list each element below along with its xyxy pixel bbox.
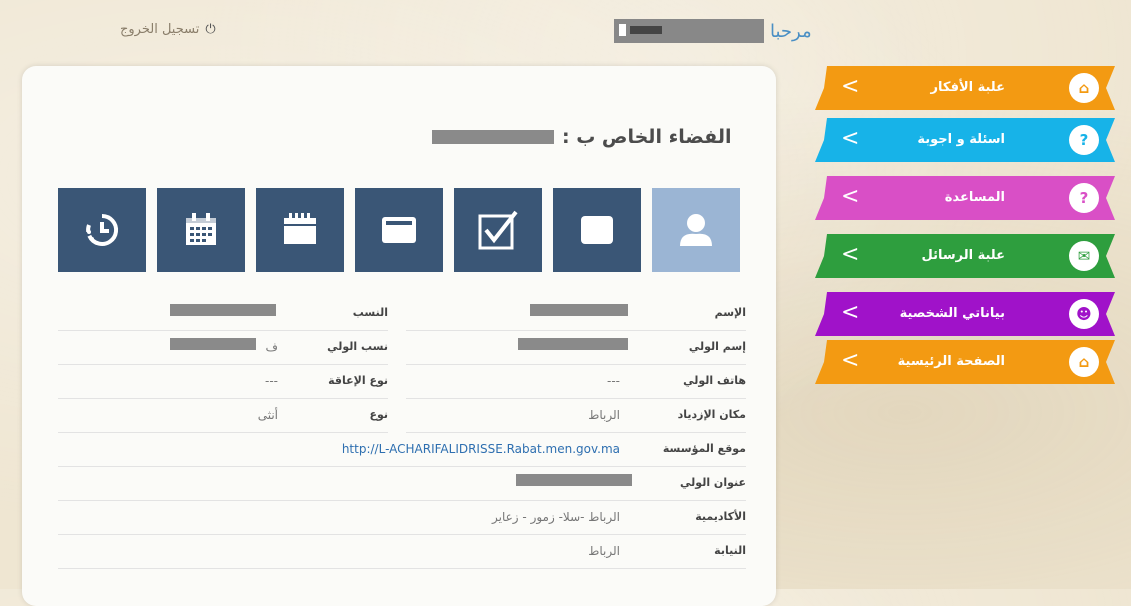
menu-item-messages[interactable]: < علبة الرسائل ✉: [815, 234, 1115, 278]
schedule-icon: [186, 213, 216, 245]
history-tile[interactable]: [58, 188, 146, 272]
info-row: النسب: [58, 296, 388, 331]
home-icon: ⌂: [1069, 73, 1099, 103]
value-redacted: [530, 304, 628, 316]
chevron-left-icon: <: [841, 348, 860, 373]
chevron-left-icon: <: [841, 242, 860, 267]
home-icon: ⌂: [1069, 347, 1099, 377]
logout-link[interactable]: ⏻ تسجيل الخروج: [120, 22, 216, 37]
space-title: الفضاء الخاص ب :: [432, 122, 762, 152]
welcome-area: مرحبا: [614, 16, 812, 46]
info-row: الإسم: [406, 296, 746, 331]
user-name-redacted: [614, 19, 764, 43]
user-icon: ☻: [1069, 299, 1099, 329]
info-row: نوع الإعاقة ---: [58, 364, 388, 399]
value-redacted: [516, 474, 632, 486]
inbox-icon: [581, 216, 613, 244]
logout-label: تسجيل الخروج: [120, 22, 200, 37]
info-row: موقع المؤسسة http://L-ACHARIFALIDRISSE.R…: [58, 432, 746, 467]
schedule-tile[interactable]: [157, 188, 245, 272]
menu-item-home[interactable]: < الصفحة الرئيسية ⌂: [815, 340, 1115, 384]
profile-tile[interactable]: [652, 188, 740, 272]
help-icon: ?: [1069, 183, 1099, 213]
inbox-tile[interactable]: [553, 188, 641, 272]
calendar-tile[interactable]: [256, 188, 344, 272]
history-icon: [86, 213, 119, 246]
chevron-left-icon: <: [841, 184, 860, 209]
user-icon: [680, 214, 712, 246]
space-title-text: الفضاء الخاص ب :: [562, 126, 732, 148]
calendar-icon: [284, 213, 316, 244]
value-redacted: [170, 304, 276, 316]
welcome-label: مرحبا: [770, 20, 812, 42]
menu-item-help[interactable]: < المساعدة ?: [815, 176, 1115, 220]
info-row: عنوان الولي: [58, 466, 746, 501]
value-redacted: [518, 338, 628, 350]
chevron-left-icon: <: [841, 126, 860, 151]
checkbox-tile[interactable]: [454, 188, 542, 272]
info-row: نسب الولي ف: [58, 330, 388, 365]
school-website-link[interactable]: http://L-ACHARIFALIDRISSE.Rabat.men.gov.…: [342, 442, 620, 456]
info-row: مكان الإزدياد الرباط: [406, 398, 746, 433]
question-icon: ?: [1069, 125, 1099, 155]
tray-tile[interactable]: [355, 188, 443, 272]
chevron-left-icon: <: [841, 74, 860, 99]
tray-icon: [382, 217, 416, 243]
info-row: النيابة الرباط: [58, 534, 746, 569]
value-redacted: [170, 338, 256, 350]
student-name-redacted: [432, 130, 554, 144]
info-row: نوع أنثى: [58, 398, 388, 433]
info-row: الأكاديمية الرباط -سلا- زمور - زعاير: [58, 500, 746, 535]
info-row: هاتف الولي ---: [406, 364, 746, 399]
main-panel: الفضاء الخاص ب : الإسم إسم الولي هاتف ال…: [22, 66, 776, 606]
power-icon: ⏻: [205, 22, 216, 37]
menu-item-ideas-box[interactable]: < علبة الأفكار ⌂: [815, 66, 1115, 110]
menu-item-faq[interactable]: < اسئلة و اجوبة ?: [815, 118, 1115, 162]
top-bar: ⏻ تسجيل الخروج مرحبا: [0, 0, 1131, 60]
chevron-left-icon: <: [841, 300, 860, 325]
mail-icon: ✉: [1069, 241, 1099, 271]
menu-item-personal-data[interactable]: < بياناتي الشخصية ☻: [815, 292, 1115, 336]
checkbox-icon: [478, 210, 518, 250]
info-row: إسم الولي: [406, 330, 746, 365]
